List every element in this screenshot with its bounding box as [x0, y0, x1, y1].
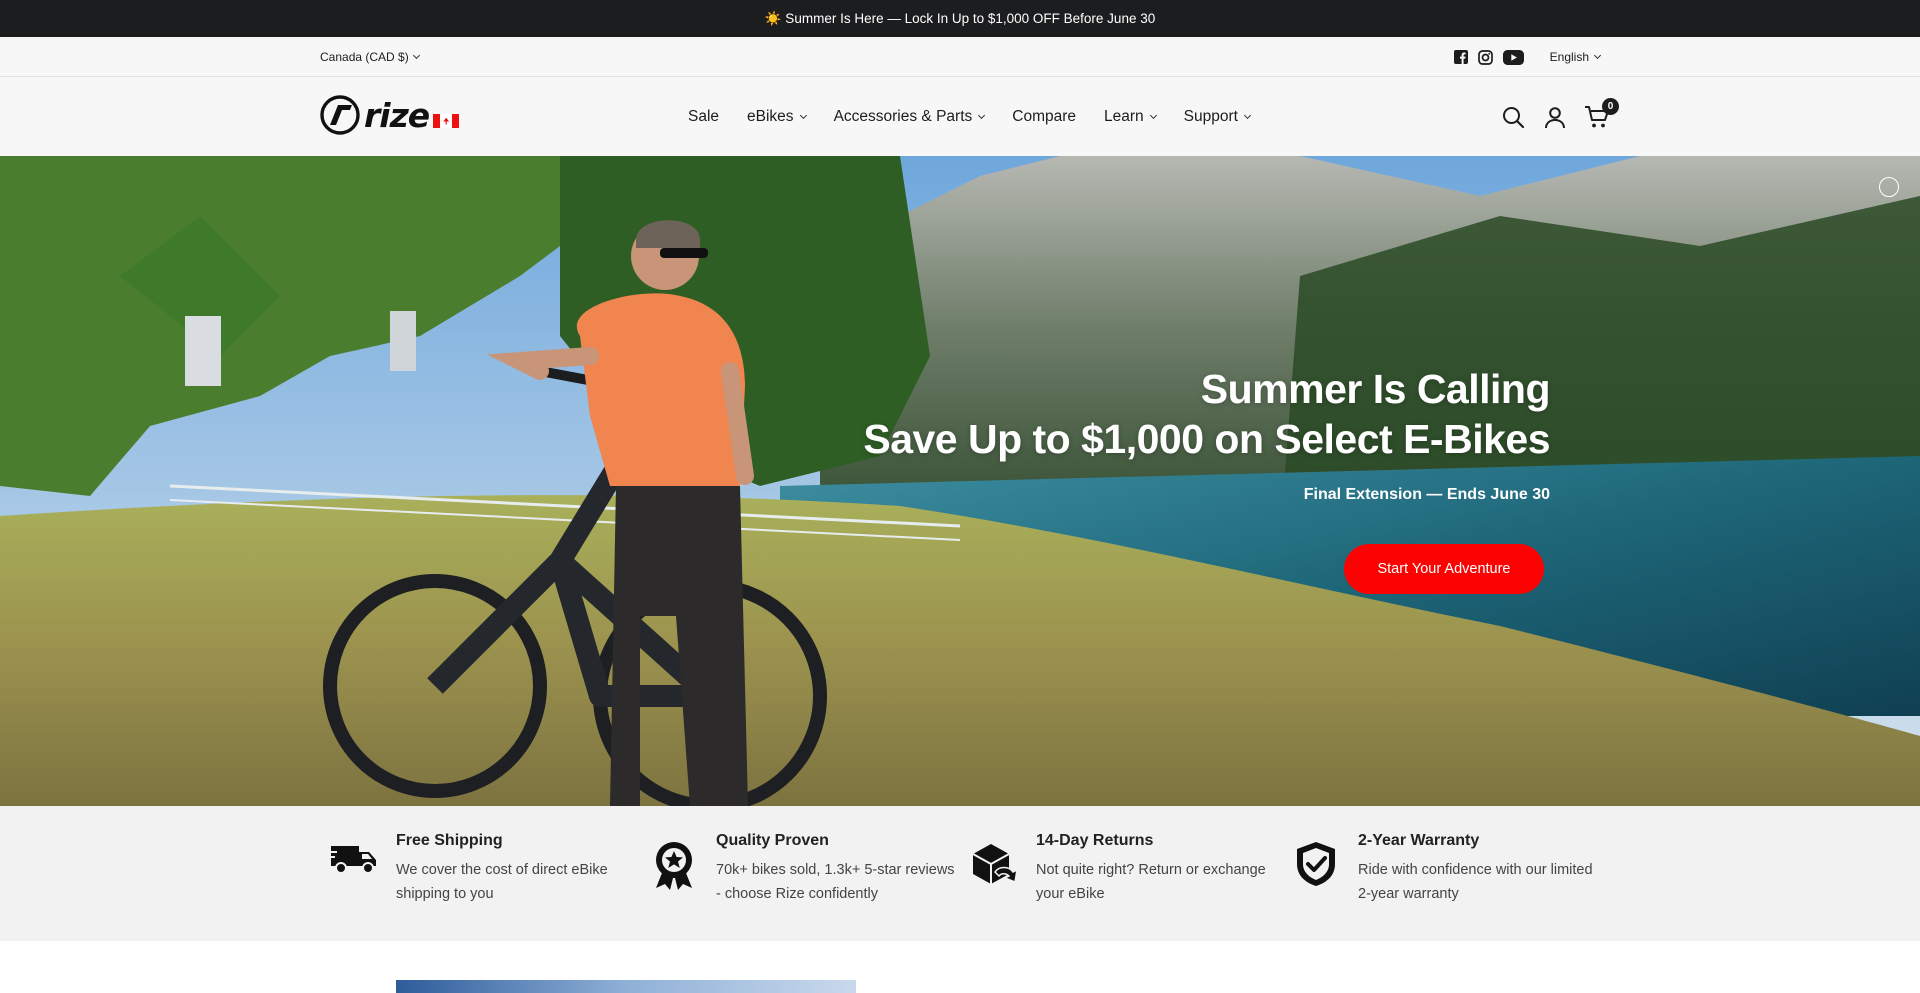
- cart-count-badge: 0: [1602, 97, 1619, 115]
- feature-description: Not quite right? Return or exchange your…: [1036, 862, 1266, 902]
- next-section-image: [396, 980, 856, 993]
- nav-label: Learn: [1104, 107, 1144, 125]
- nav-ebikes[interactable]: eBikes: [747, 107, 807, 126]
- canada-flag-icon: [433, 114, 460, 128]
- delivery-truck-icon: [328, 840, 380, 892]
- hero-headline-block: Summer Is Calling Save Up to $1,000 on S…: [863, 364, 1550, 504]
- feature-description: 70k+ bikes sold, 1.3k+ 5-star reviews - …: [716, 862, 955, 902]
- start-adventure-button[interactable]: Start Your Adventure: [1344, 544, 1544, 594]
- nav-label: eBikes: [747, 107, 794, 125]
- user-icon: [1545, 106, 1565, 128]
- logo-wheel-icon: [320, 95, 360, 135]
- hero-subtext: Final Extension — Ends June 30: [1303, 486, 1550, 503]
- nav-label: Accessories & Parts: [833, 107, 973, 125]
- cart-button[interactable]: 0: [1584, 97, 1619, 130]
- feature-title: Free Shipping: [396, 832, 503, 849]
- country-selector[interactable]: Canada (CAD $): [320, 37, 420, 77]
- feature-description: We cover the cost of direct eBike shippi…: [396, 862, 608, 902]
- youtube-icon[interactable]: [1502, 49, 1524, 65]
- feature-2-year-warranty: 2-Year Warranty Ride with confidence wit…: [1290, 832, 1598, 906]
- announcement-bar: ☀️ Summer Is Here — Lock In Up to $1,000…: [0, 0, 1920, 37]
- feature-14-day-returns: 14-Day Returns Not quite right? Return o…: [968, 832, 1276, 906]
- main-nav: Sale eBikes Accessories & Parts Compare …: [688, 77, 1278, 156]
- nav-label: Support: [1183, 107, 1238, 125]
- return-box-icon: [968, 840, 1020, 892]
- nav-label: Sale: [688, 107, 720, 125]
- instagram-icon[interactable]: [1477, 49, 1493, 65]
- chevron-down-icon: [799, 111, 807, 119]
- logo-wordmark: rize: [364, 95, 430, 135]
- award-ribbon-icon: [648, 840, 700, 892]
- account-button[interactable]: [1542, 104, 1568, 130]
- hero-heading-line2: Save Up to $1,000 on Select E-Bikes: [863, 416, 1550, 462]
- nav-compare[interactable]: Compare: [1012, 108, 1076, 126]
- feature-description: Ride with confidence with our limited 2-…: [1358, 862, 1593, 902]
- nav-sale[interactable]: Sale: [688, 108, 719, 126]
- shield-check-icon: [1290, 840, 1342, 892]
- utility-bar: Canada (CAD $) English: [0, 37, 1920, 77]
- hero-banner: Summer Is Calling Save Up to $1,000 on S…: [0, 156, 1920, 806]
- nav-support[interactable]: Support: [1183, 107, 1251, 126]
- feature-title: Quality Proven: [716, 832, 829, 849]
- nav-label: Compare: [1012, 107, 1076, 125]
- site-header: rize Sale eBikes Accessories & Parts Com…: [0, 77, 1920, 156]
- chevron-down-icon: [1149, 111, 1157, 119]
- slideshow-pause-icon[interactable]: [1879, 177, 1899, 197]
- search-icon: [1503, 106, 1525, 128]
- chevron-down-icon: [412, 51, 420, 60]
- chevron-down-icon: [1593, 51, 1602, 60]
- chevron-down-icon: [978, 111, 986, 119]
- feature-title: 14-Day Returns: [1036, 832, 1154, 849]
- chevron-down-icon: [1243, 111, 1251, 119]
- announcement-text: ☀️ Summer Is Here — Lock In Up to $1,000…: [764, 10, 1156, 26]
- language-selector[interactable]: English: [1549, 50, 1602, 64]
- feature-free-shipping: Free Shipping We cover the cost of direc…: [328, 832, 636, 906]
- nav-learn[interactable]: Learn: [1104, 107, 1157, 126]
- country-label: Canada (CAD $): [320, 50, 409, 64]
- logo[interactable]: rize: [320, 95, 460, 135]
- language-label: English: [1549, 50, 1589, 64]
- feature-quality-proven: Quality Proven 70k+ bikes sold, 1.3k+ 5-…: [648, 832, 956, 906]
- search-button[interactable]: [1500, 104, 1526, 130]
- feature-title: 2-Year Warranty: [1358, 832, 1480, 849]
- nav-accessories-parts[interactable]: Accessories & Parts: [833, 107, 986, 126]
- hero-heading-line1: Summer Is Calling: [1200, 366, 1551, 412]
- facebook-icon[interactable]: [1453, 50, 1468, 64]
- features-strip: Free Shipping We cover the cost of direc…: [0, 806, 1920, 941]
